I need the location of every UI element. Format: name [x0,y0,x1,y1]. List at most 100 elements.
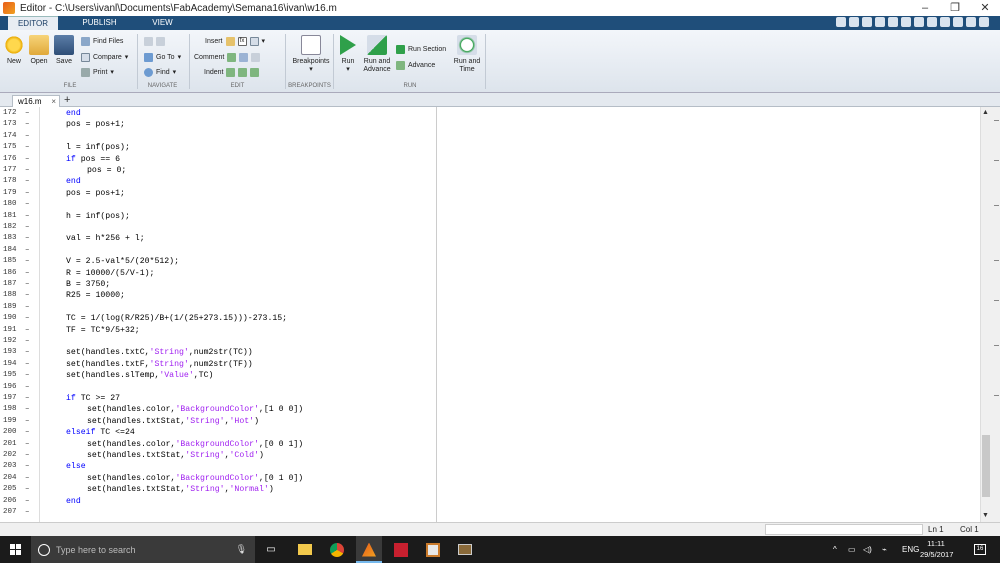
code-analyzer-marker[interactable] [994,205,999,206]
breakpoint-marker[interactable]: – [25,313,30,324]
code-line[interactable]: set(handles.color,'BackgroundColor',[1 0… [87,404,303,415]
scroll-up-icon[interactable]: ▲ [982,109,989,116]
layout-icon[interactable] [836,17,846,27]
maximize-ribbon-icon[interactable] [966,17,976,27]
redo-icon[interactable] [914,17,924,27]
breakpoint-marker[interactable]: – [25,496,30,507]
fritzing-icon[interactable] [420,536,446,563]
breakpoint-marker[interactable]: – [25,484,30,495]
close-button[interactable]: ✕ [970,0,1000,16]
run-and-advance-button[interactable]: Run and Advance [362,35,392,74]
code-line[interactable]: set(handles.txtF,'String',num2str(TF)) [66,359,253,370]
compare-button[interactable]: Compare ▾ [81,52,128,62]
code-analyzer-marker[interactable] [994,120,999,121]
breakpoint-marker[interactable]: – [25,450,30,461]
breakpoint-marker[interactable]: – [25,290,30,301]
breakpoint-marker[interactable]: – [25,279,30,290]
breakpoint-marker[interactable]: – [25,461,30,472]
minimize-button[interactable]: – [910,0,940,16]
close-tab-icon[interactable]: × [51,96,56,107]
code-line[interactable]: if TC >= 27 [66,393,120,404]
breakpoint-marker[interactable]: – [25,119,30,130]
nav-arrows[interactable] [144,36,168,46]
find-files-button[interactable]: Find Files [81,36,123,46]
code-analyzer-marker[interactable] [994,160,999,161]
breakpoint-marker[interactable]: – [25,473,30,484]
code-line[interactable]: elseif TC <=24 [66,427,135,438]
code-line[interactable]: B = 3750; [66,279,110,290]
breakpoint-marker[interactable]: – [25,199,30,210]
code-line[interactable]: else [66,461,86,472]
code-line[interactable]: if pos == 6 [66,154,120,165]
paste-icon[interactable] [888,17,898,27]
tab-w16[interactable]: w16.m × [12,95,60,107]
breakpoints-button[interactable]: Breakpoints ▾ [290,35,332,74]
scrollbar-thumb[interactable] [982,435,990,497]
undo-icon[interactable] [901,17,911,27]
breakpoint-marker[interactable]: – [25,188,30,199]
breakpoint-marker[interactable]: – [25,142,30,153]
breakpoint-marker[interactable]: – [25,256,30,267]
tab-publish[interactable]: PUBLISH [72,16,127,30]
print-button[interactable]: Print ▾ [81,67,114,77]
code-line[interactable]: set(handles.txtStat,'String','Hot') [87,416,259,427]
cut-icon[interactable] [862,17,872,27]
insert-button[interactable]: Insert fx ▾ [205,36,265,46]
breakpoint-marker[interactable]: – [25,211,30,222]
advance-button[interactable]: Advance [396,60,435,70]
breakpoint-marker[interactable]: – [25,325,30,336]
breakpoint-marker[interactable]: – [25,393,30,404]
save-button[interactable]: Save [53,35,75,66]
breakpoint-marker[interactable]: – [25,245,30,256]
breakpoint-marker[interactable]: – [25,336,30,347]
code-line[interactable]: l = inf(pos); [66,142,130,153]
code-analyzer-marker[interactable] [994,345,999,346]
matlab-taskbar-icon[interactable] [356,536,382,563]
terminal-icon[interactable] [452,536,478,563]
code-analyzer-marker[interactable] [994,300,999,301]
breakpoint-marker[interactable]: – [25,359,30,370]
solidworks-icon[interactable] [388,536,414,563]
start-button[interactable] [0,536,31,563]
code-line[interactable]: pos = pos+1; [66,188,125,199]
maximize-button[interactable]: ❐ [940,0,970,16]
breakpoint-marker[interactable]: – [25,370,30,381]
tab-editor[interactable]: EDITOR [8,16,58,30]
close-ribbon-icon[interactable] [979,17,989,27]
code-line[interactable]: h = inf(pos); [66,211,130,222]
code-line[interactable]: end [66,108,81,119]
clock[interactable]: 11:11 29/5/2017 [920,538,953,560]
file-explorer-icon[interactable] [292,536,318,563]
minimize-ribbon-icon[interactable] [953,17,963,27]
breakpoint-marker[interactable]: – [25,108,30,119]
add-tab-button[interactable]: + [64,94,70,106]
breakpoint-marker[interactable]: – [25,439,30,450]
switch-windows-icon[interactable] [927,17,937,27]
find-button[interactable]: Find ▾ [144,67,176,77]
breakpoint-marker[interactable]: – [25,404,30,415]
microphone-icon[interactable]: 🎙 [236,544,247,555]
save-quick-icon[interactable] [849,17,859,27]
breakpoint-marker[interactable]: – [25,268,30,279]
code-line[interactable]: end [66,176,81,187]
goto-button[interactable]: Go To ▾ [144,52,181,62]
copy-icon[interactable] [875,17,885,27]
taskbar-search[interactable]: Type here to search 🎙 [31,536,255,563]
code-line[interactable]: TC = 1/(log(R/R25)/B+(1/(25+273.15)))-27… [66,313,287,324]
code-analyzer-marker[interactable] [994,395,999,396]
breakpoint-marker[interactable]: – [25,233,30,244]
code-line[interactable]: end [66,496,81,507]
code-line[interactable]: set(handles.txtC,'String',num2str(TC)) [66,347,253,358]
code-line[interactable]: val = h*256 + l; [66,233,145,244]
breakpoint-marker[interactable]: – [25,427,30,438]
code-line[interactable]: R = 10000/(5/V-1); [66,268,154,279]
code-line[interactable]: set(handles.color,'BackgroundColor',[0 1… [87,473,303,484]
code-line[interactable]: pos = 0; [87,165,126,176]
run-button[interactable]: Run ▾ [337,35,359,74]
comment-button[interactable]: Comment [194,52,263,62]
indent-button[interactable]: Indent [204,67,262,77]
run-section-button[interactable]: Run Section [396,44,446,54]
breakpoint-marker[interactable]: – [25,507,30,518]
scroll-down-icon[interactable]: ▼ [982,512,989,519]
chrome-icon[interactable] [324,536,350,563]
